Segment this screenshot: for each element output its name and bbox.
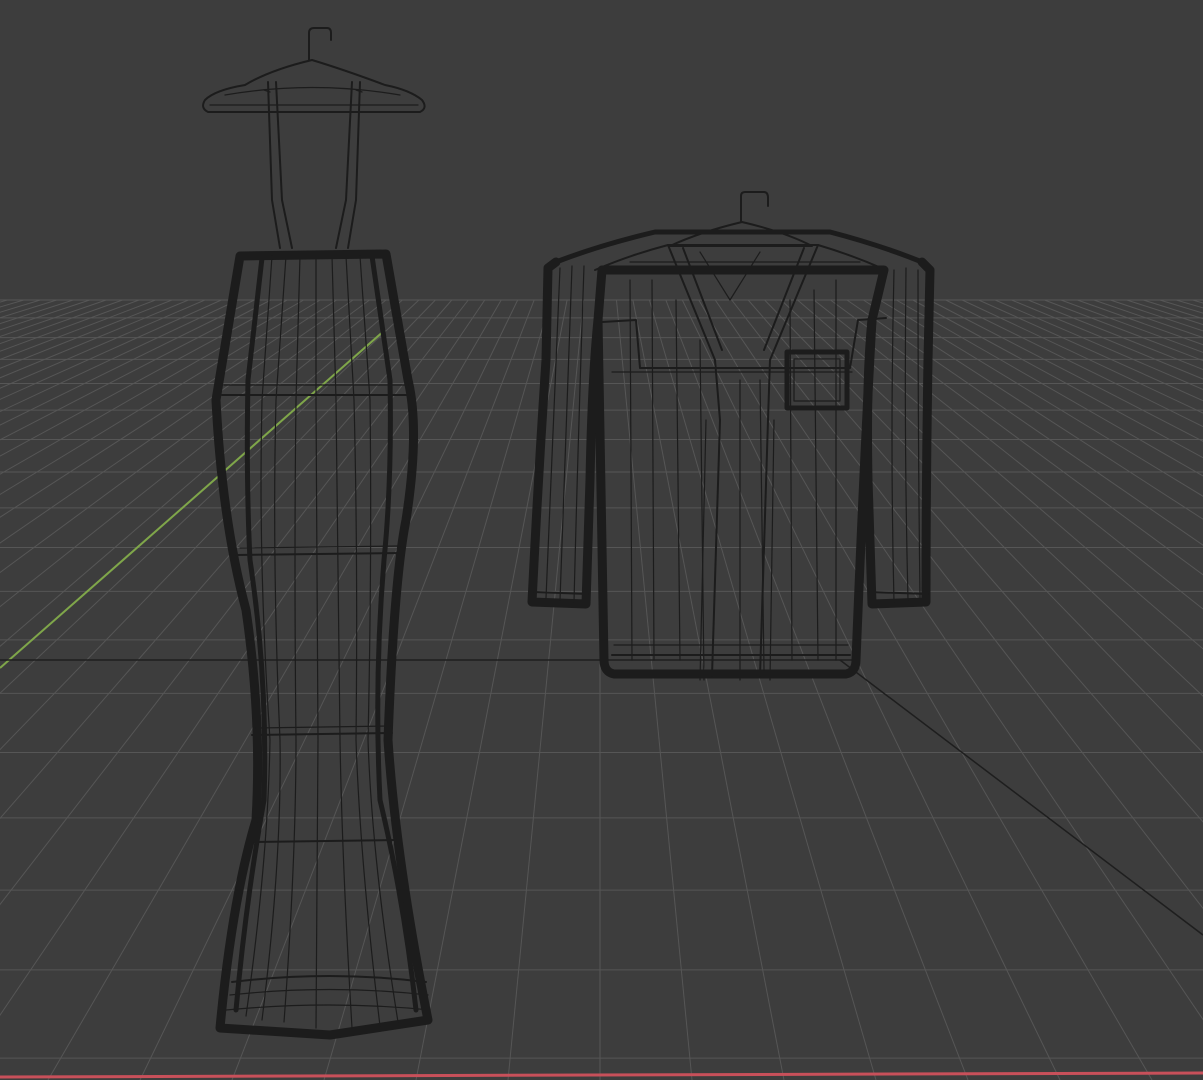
grid-line	[0, 299, 403, 647]
grid-line	[978, 299, 1203, 402]
grid-line	[714, 299, 1203, 1021]
grid-line	[1093, 299, 1203, 339]
dress-wireframe[interactable]	[202, 27, 433, 1040]
grid-line	[813, 299, 1203, 610]
grid-line	[648, 299, 877, 1080]
viewport-canvas[interactable]	[0, 0, 1203, 1080]
grid-line	[1011, 299, 1203, 380]
grid-line	[0, 299, 41, 313]
3d-viewport[interactable]	[0, 0, 1203, 1080]
grid-line	[1143, 299, 1203, 320]
shirt-pocket-inner	[793, 358, 841, 402]
grid-line	[1044, 299, 1203, 362]
grid-line	[0, 299, 74, 325]
grid-line	[0, 299, 222, 400]
grid-line	[912, 299, 1203, 459]
grid-line	[1060, 299, 1203, 353]
dress-straps	[263, 81, 363, 249]
grid-line	[1027, 299, 1203, 371]
grid-line	[1176, 299, 1203, 309]
grid-line	[846, 299, 1203, 546]
dress-hanger[interactable]	[202, 27, 426, 113]
grid-line	[0, 299, 469, 906]
grid-line	[896, 299, 1203, 477]
grid-line	[0, 299, 173, 369]
grid-line	[1192, 299, 1203, 304]
grid-line	[632, 299, 785, 1080]
x-axis-line	[0, 1071, 1203, 1079]
grid-line	[961, 299, 1203, 414]
grid-line	[0, 299, 206, 389]
grid-line	[731, 299, 1203, 910]
grid-line	[0, 299, 123, 345]
grid-line	[0, 299, 189, 379]
shirt-hanger[interactable]	[669, 191, 813, 247]
grid-line	[0, 299, 321, 496]
grid-line	[139, 299, 519, 1080]
grid-line	[780, 299, 1203, 697]
grid-line	[231, 299, 535, 1080]
dress-body	[211, 249, 433, 1040]
grid-line	[0, 299, 354, 544]
grid-line	[0, 299, 370, 574]
grid-line	[863, 299, 1203, 520]
grid-line	[0, 299, 57, 319]
y-axis-line	[0, 329, 386, 669]
grid-line	[764, 299, 1203, 754]
grid-line	[47, 299, 502, 1080]
grid-line	[615, 299, 693, 1080]
grid-line	[994, 299, 1203, 390]
grid-line	[0, 299, 156, 361]
shirt-pocket	[784, 349, 850, 411]
grid-line	[0, 299, 140, 352]
depth-axis-line	[839, 659, 1203, 936]
shirt-wireframe[interactable]	[527, 191, 935, 681]
grid-line	[323, 299, 552, 1080]
grid-line	[929, 299, 1203, 442]
